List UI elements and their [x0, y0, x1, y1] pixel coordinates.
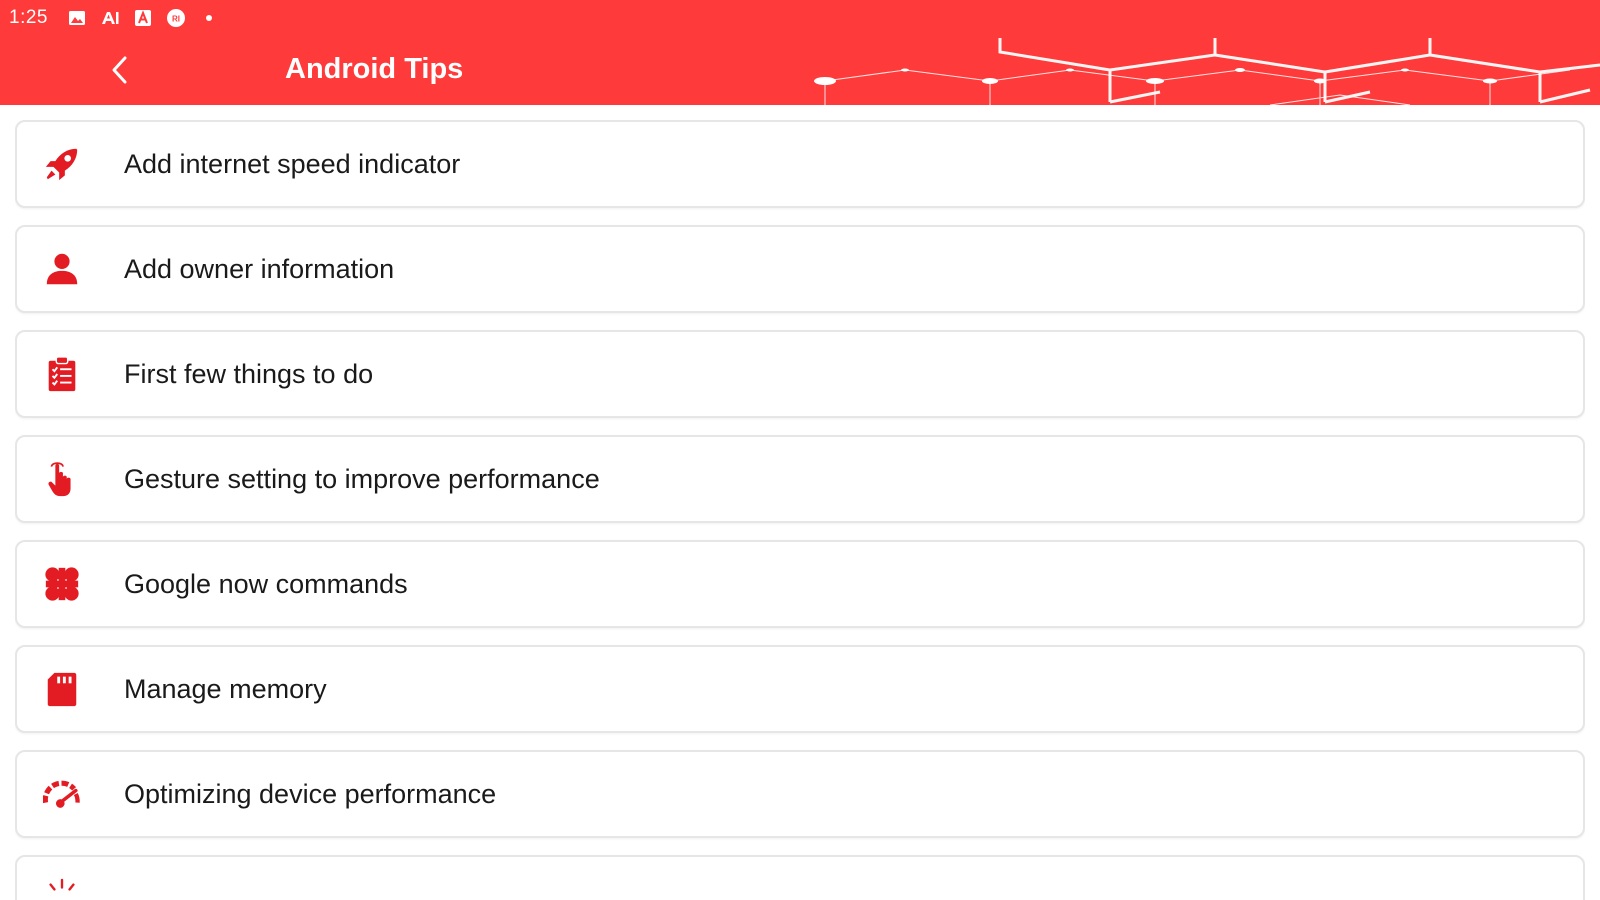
tip-label: Optimizing device performance — [124, 778, 497, 809]
dot-icon — [198, 7, 220, 29]
tip-item-manage-memory[interactable]: Manage memory — [15, 645, 1585, 733]
tip-label: Add internet speed indicator — [124, 148, 461, 179]
person-icon — [41, 248, 83, 290]
font-icon — [132, 7, 154, 29]
sparkle-icon — [41, 876, 83, 900]
tip-label: First few things to do — [124, 358, 374, 389]
ai-icon — [99, 7, 121, 29]
status-time: 1:25 — [9, 7, 48, 28]
tip-item-optimizing[interactable]: Optimizing device performance — [15, 750, 1585, 838]
rocket-icon — [41, 143, 83, 185]
page-title: Android Tips — [285, 53, 464, 85]
status-bar: 1:25 RI — [0, 0, 1600, 36]
app-header: 1:25 RI Android Tips — [0, 0, 1600, 105]
speedometer-icon — [41, 773, 83, 815]
app-badge-icon: RI — [165, 7, 187, 29]
tip-label: Google now commands — [124, 568, 408, 599]
tip-item-gesture[interactable]: Gesture setting to improve performance — [15, 435, 1585, 523]
chevron-left-icon — [112, 56, 127, 84]
tip-item-google-now[interactable]: Google now commands — [15, 540, 1585, 628]
network-pattern-decoration — [814, 38, 1600, 105]
tip-label: Gesture setting to improve performance — [124, 463, 600, 494]
svg-text:RI: RI — [172, 15, 180, 24]
clipboard-checklist-icon — [41, 353, 83, 395]
tip-item-first-things[interactable]: First few things to do — [15, 330, 1585, 418]
image-icon — [66, 7, 88, 29]
tip-label: Manage memory — [124, 673, 327, 704]
tip-item-partial[interactable] — [15, 855, 1585, 900]
command-key-icon — [41, 563, 83, 605]
tip-item-owner-info[interactable]: Add owner information — [15, 225, 1585, 313]
back-button[interactable] — [100, 50, 140, 90]
tip-label: Add owner information — [124, 253, 395, 284]
sd-card-icon — [41, 668, 83, 710]
pointing-hand-icon — [41, 458, 83, 500]
tip-item-internet-speed[interactable]: Add internet speed indicator — [15, 120, 1585, 208]
tips-list: Add internet speed indicator Add owner i… — [15, 120, 1585, 900]
